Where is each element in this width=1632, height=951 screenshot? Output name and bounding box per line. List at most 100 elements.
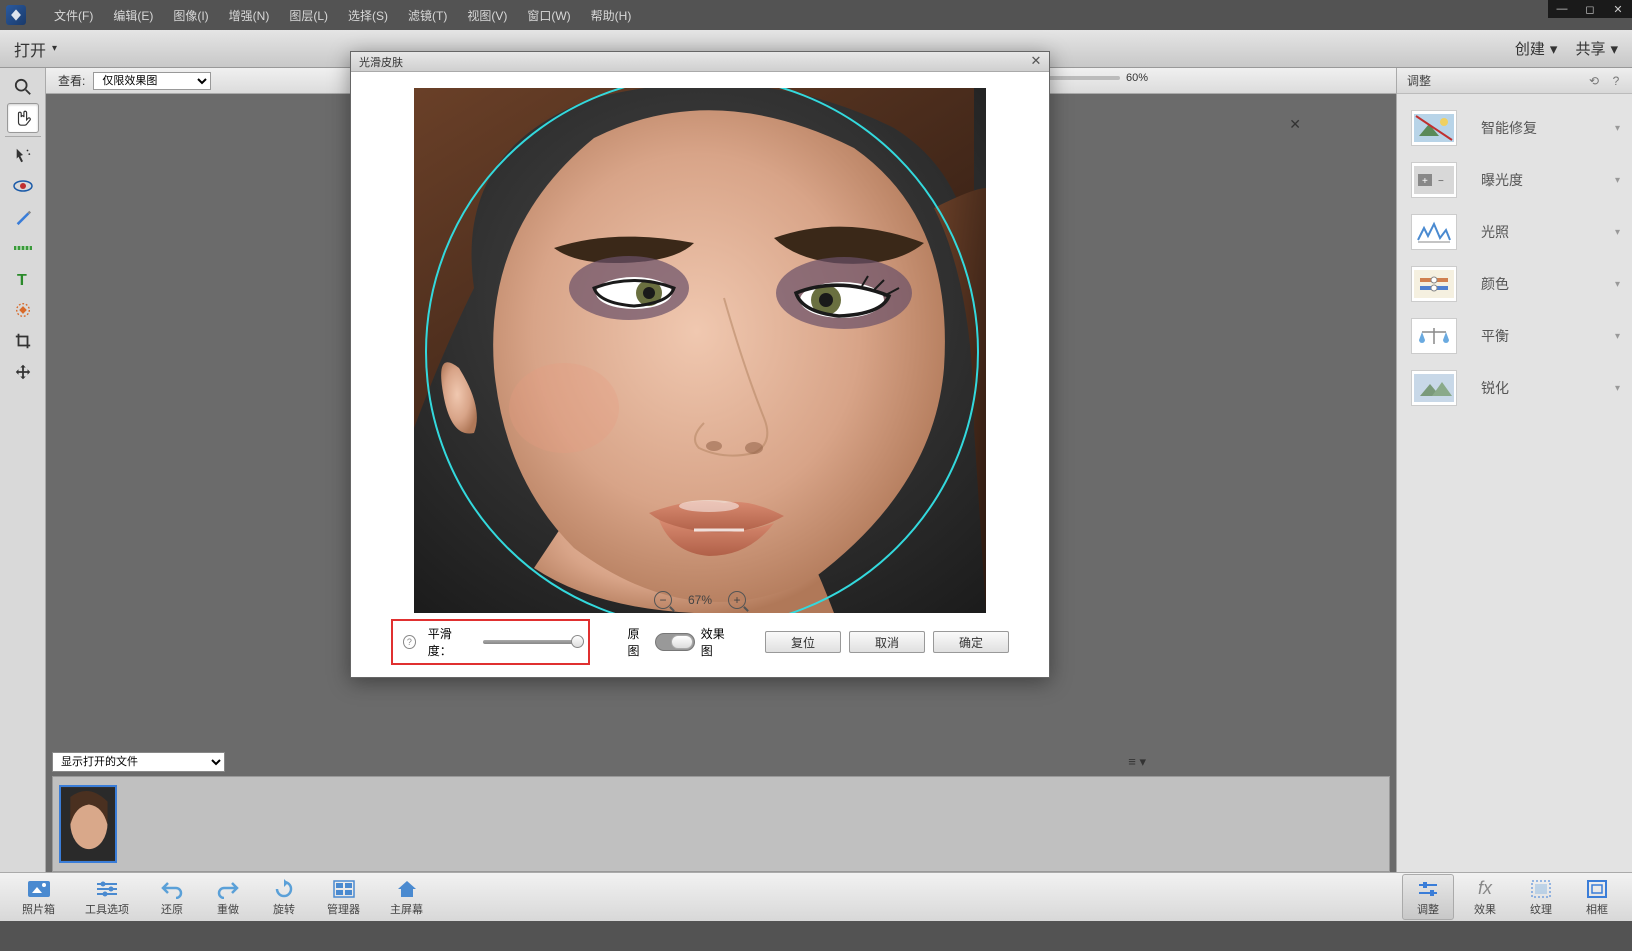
caret-down-icon: ▾ [52, 43, 57, 54]
close-button[interactable]: ✕ [1604, 0, 1632, 18]
label: 调整 [1417, 901, 1439, 917]
adjust-lighting[interactable]: 光照 ▾ [1397, 206, 1632, 258]
menu-select[interactable]: 选择(S) [338, 3, 398, 28]
thumbnail[interactable] [59, 785, 117, 863]
whiten-teeth-tool[interactable] [7, 202, 39, 232]
help-icon[interactable]: ? [1608, 73, 1624, 89]
exposure-icon: +− [1411, 162, 1457, 198]
zoom-pct: 60% [1126, 72, 1148, 84]
texture-icon [1528, 878, 1554, 900]
quick-select-tool[interactable] [7, 140, 39, 170]
create-label: 创建 [1515, 38, 1545, 59]
preview-zoom-row: − 67% + [391, 591, 1009, 609]
create-dropdown[interactable]: 创建 ▾ [1515, 38, 1558, 59]
menu-window[interactable]: 窗口(W) [517, 3, 580, 28]
bottom-bar: 照片箱 工具选项 还原 重做 旋转 管理器 主屏幕 调整 [0, 872, 1632, 921]
menu-image[interactable]: 图像(I) [163, 3, 218, 28]
ok-button[interactable]: 确定 [933, 631, 1009, 653]
open-label: 打开 [14, 37, 46, 61]
tool-options-button[interactable]: 工具选项 [73, 874, 141, 920]
file-select[interactable]: 显示打开的文件 [52, 752, 225, 772]
rotate-button[interactable]: 旋转 [259, 874, 309, 920]
svg-text:T: T [17, 272, 27, 287]
straighten-tool[interactable] [7, 233, 39, 263]
hand-tool[interactable] [7, 103, 39, 133]
redeye-tool[interactable] [7, 171, 39, 201]
menu-file[interactable]: 文件(F) [44, 3, 103, 28]
home-icon [394, 878, 420, 900]
chevron-icon: ▾ [1615, 383, 1620, 394]
zoom-in-icon[interactable]: + [728, 591, 746, 609]
frame-icon [1584, 878, 1610, 900]
adjust-color[interactable]: 颜色 ▾ [1397, 258, 1632, 310]
adjust-icon [1415, 878, 1441, 900]
zoom-tool[interactable] [7, 72, 39, 102]
dialog-title: 光滑皮肤 [359, 54, 403, 70]
right-panel: 调整 ⟲ ? 智能修复 ▾ +− 曝光度 ▾ 光照 ▾ [1396, 68, 1632, 872]
smoothness-slider[interactable] [483, 640, 578, 644]
dialog-titlebar[interactable]: 光滑皮肤 ✕ [351, 52, 1049, 72]
panel-title: 调整 [1407, 72, 1431, 89]
photo-bin-icon [26, 878, 52, 900]
svg-text:−: − [1438, 176, 1444, 187]
open-dropdown[interactable]: 打开 ▾ [14, 37, 57, 61]
menu-enhance[interactable]: 增强(N) [219, 3, 280, 28]
face-detection-circle [425, 88, 979, 613]
label: 工具选项 [85, 901, 129, 917]
menu-layer[interactable]: 图层(L) [279, 3, 338, 28]
menu-filter[interactable]: 滤镜(T) [398, 3, 457, 28]
maximize-button[interactable]: ◻ [1576, 0, 1604, 18]
share-label: 共享 [1575, 38, 1605, 59]
before-label: 原图 [628, 625, 650, 659]
dialog-close-icon[interactable]: ✕ [1027, 53, 1045, 69]
reset-icon[interactable]: ⟲ [1586, 73, 1602, 89]
filmstrip-options[interactable]: ≡ ▾ [1128, 754, 1146, 770]
zoom-out-icon[interactable]: − [654, 591, 672, 609]
effects-tab[interactable]: fx 效果 [1460, 874, 1510, 920]
redo-button[interactable]: 重做 [203, 874, 253, 920]
before-after-toggle[interactable] [655, 633, 695, 651]
rotate-icon [271, 878, 297, 900]
adjust-label: 曝光度 [1481, 170, 1523, 190]
help-icon[interactable]: ? [403, 635, 416, 649]
minimize-button[interactable]: — [1548, 0, 1576, 18]
undo-icon [159, 878, 185, 900]
label: 旋转 [273, 901, 295, 917]
photo-bin-button[interactable]: 照片箱 [10, 874, 67, 920]
move-tool[interactable] [7, 357, 39, 387]
frame-tab[interactable]: 相框 [1572, 874, 1622, 920]
menu-view[interactable]: 视图(V) [457, 3, 517, 28]
cancel-button[interactable]: 取消 [849, 631, 925, 653]
label: 效果 [1474, 901, 1496, 917]
home-button[interactable]: 主屏幕 [378, 874, 435, 920]
view-select[interactable]: 仅限效果图 [93, 72, 211, 90]
texture-tab[interactable]: 纹理 [1516, 874, 1566, 920]
crop-tool[interactable] [7, 326, 39, 356]
organizer-button[interactable]: 管理器 [315, 874, 372, 920]
dialog-preview [414, 88, 986, 613]
reset-button[interactable]: 复位 [765, 631, 841, 653]
adjust-smartfix[interactable]: 智能修复 ▾ [1397, 102, 1632, 154]
text-tool[interactable]: T [7, 264, 39, 294]
adjust-label: 颜色 [1481, 274, 1509, 294]
adjust-balance[interactable]: 平衡 ▾ [1397, 310, 1632, 362]
canvas-close-icon[interactable]: ✕ [1289, 116, 1301, 133]
spot-heal-tool[interactable] [7, 295, 39, 325]
undo-button[interactable]: 还原 [147, 874, 197, 920]
titlebar: 文件(F) 编辑(E) 图像(I) 增强(N) 图层(L) 选择(S) 滤镜(T… [0, 0, 1632, 30]
view-label: 查看: [58, 72, 85, 89]
menu-help[interactable]: 帮助(H) [581, 3, 642, 28]
label: 照片箱 [22, 901, 55, 917]
caret-down-icon: ▾ [1550, 40, 1558, 58]
adjust-label: 平衡 [1481, 326, 1509, 346]
adjust-sharpen[interactable]: 锐化 ▾ [1397, 362, 1632, 414]
share-dropdown[interactable]: 共享 ▾ [1575, 38, 1618, 59]
menu-edit[interactable]: 编辑(E) [103, 3, 163, 28]
adjust-list: 智能修复 ▾ +− 曝光度 ▾ 光照 ▾ 颜色 ▾ 平衡 ▾ [1397, 94, 1632, 422]
label: 主屏幕 [390, 901, 423, 917]
after-label: 效果图 [701, 625, 733, 659]
right-panel-header: 调整 ⟲ ? [1397, 68, 1632, 94]
adjust-tab[interactable]: 调整 [1402, 874, 1454, 920]
adjust-exposure[interactable]: +− 曝光度 ▾ [1397, 154, 1632, 206]
label: 纹理 [1530, 901, 1552, 917]
